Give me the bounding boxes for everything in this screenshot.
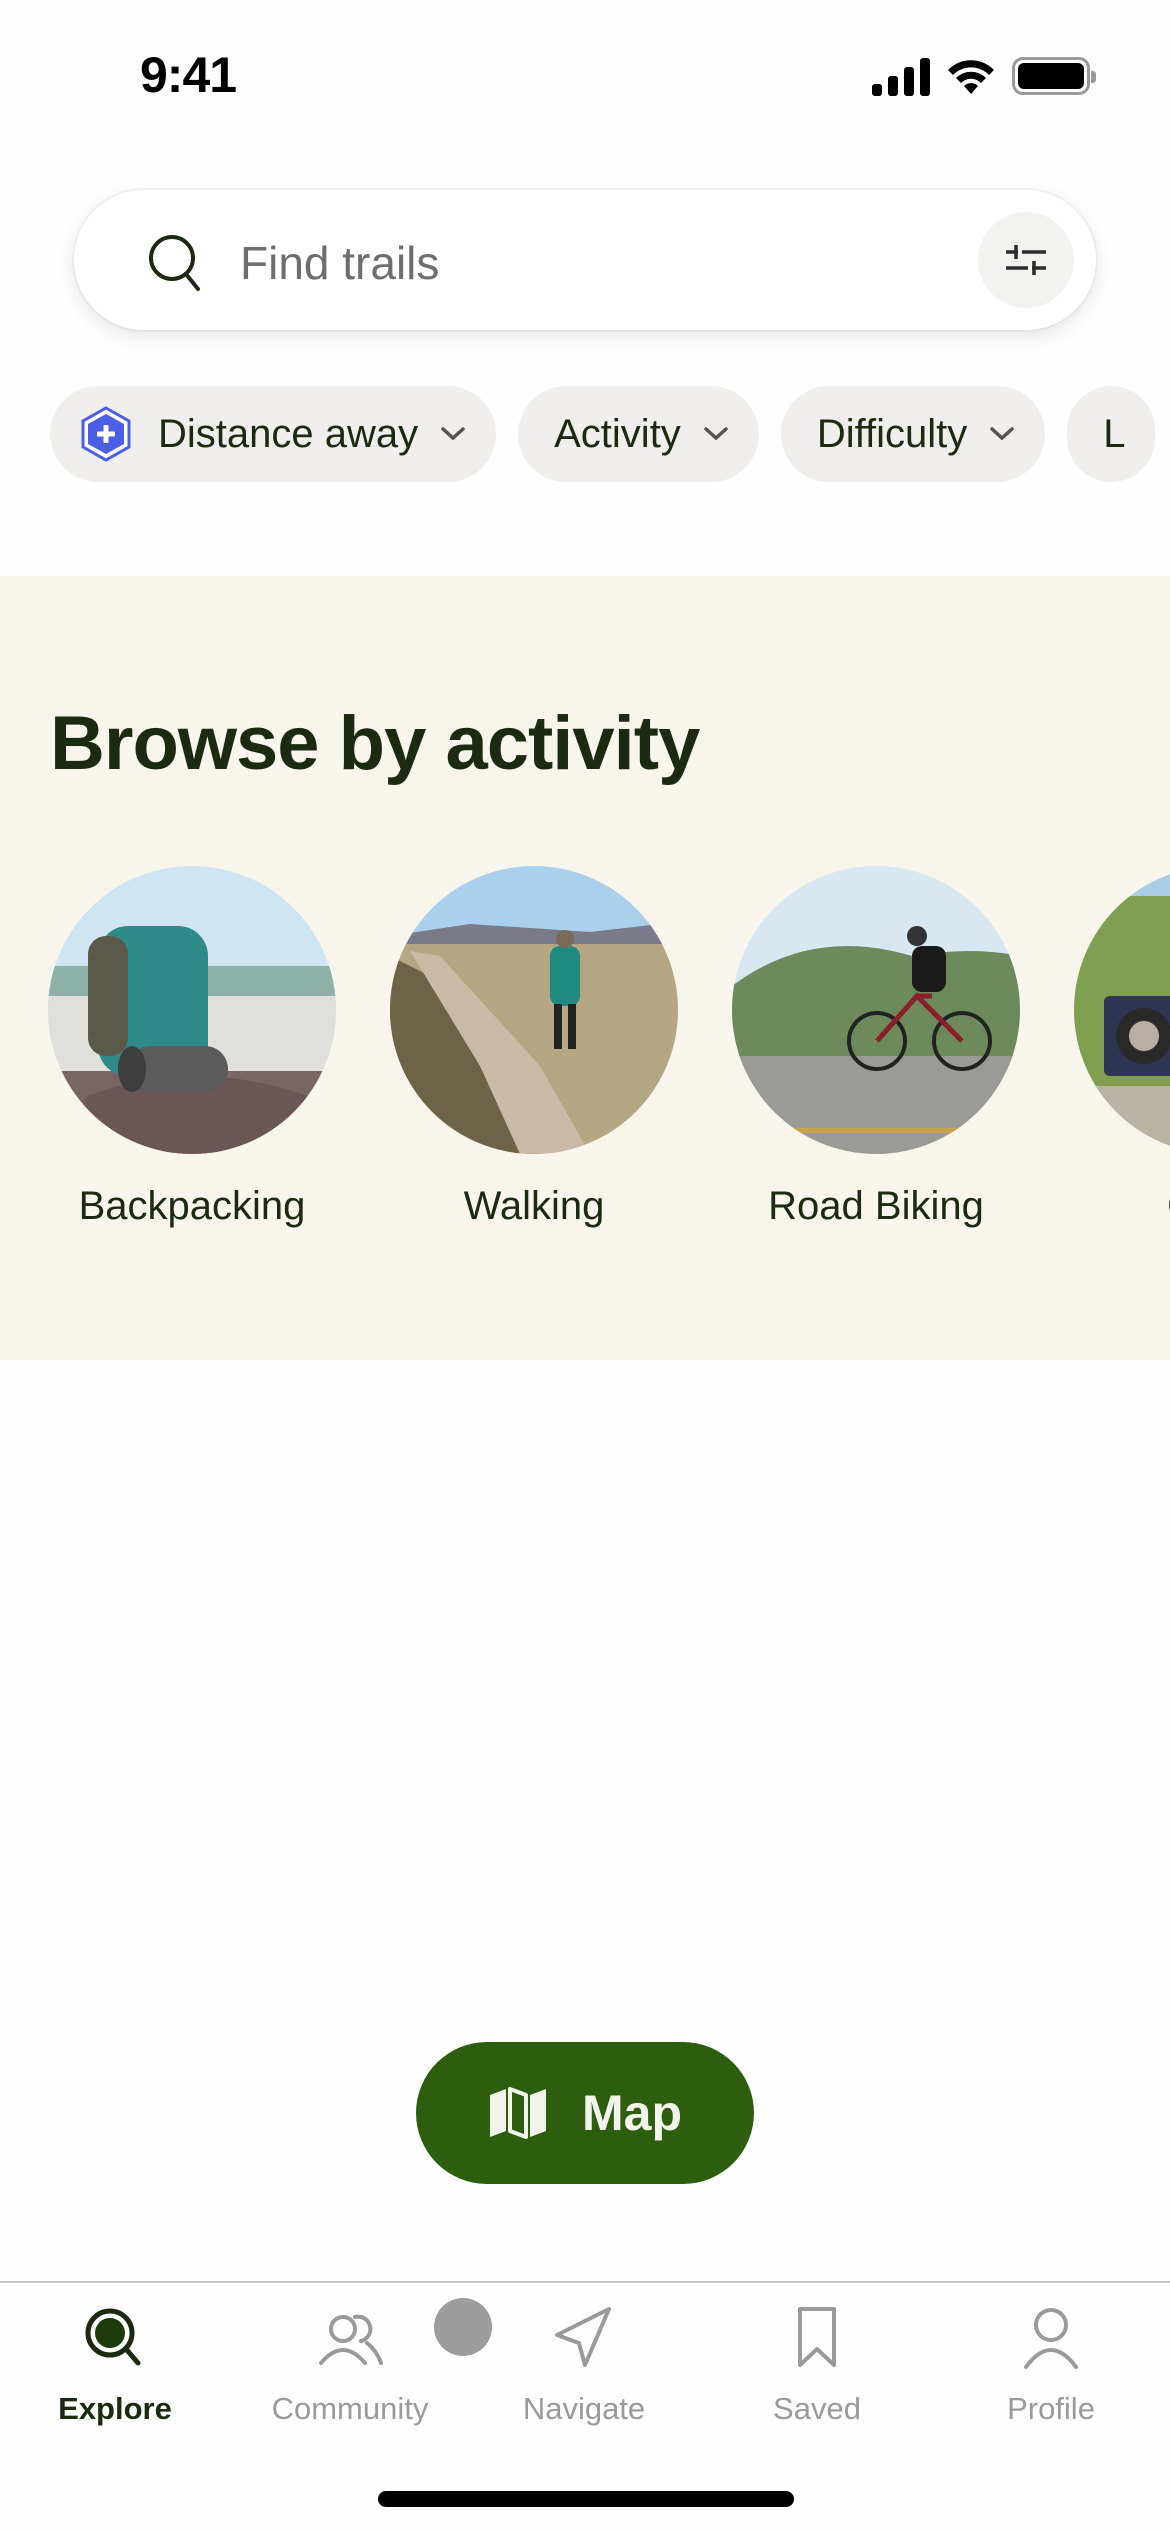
sliders-icon bbox=[1006, 245, 1046, 275]
touch-indicator bbox=[434, 2298, 492, 2356]
chip-activity[interactable]: Activity bbox=[518, 386, 759, 482]
activity-image-walking bbox=[390, 866, 678, 1154]
home-indicator[interactable] bbox=[378, 2491, 794, 2507]
activity-walking[interactable]: Walking bbox=[390, 866, 678, 1229]
tab-profile[interactable]: Profile bbox=[951, 2303, 1151, 2427]
tab-label: Navigate bbox=[522, 2391, 646, 2426]
activity-image-off-road bbox=[1074, 866, 1170, 1154]
activity-carousel[interactable]: Backpacking Walking Road Biking bbox=[48, 866, 1170, 1229]
activity-label: Backpacking bbox=[78, 1184, 306, 1228]
section-title: Browse by activity bbox=[50, 701, 700, 786]
signal-icon bbox=[872, 56, 930, 96]
tab-navigate[interactable]: Navigate bbox=[484, 2303, 684, 2427]
chip-label: Distance away bbox=[158, 411, 419, 456]
activity-label: Road Biking bbox=[768, 1184, 984, 1228]
status-bar: 9:41 bbox=[0, 0, 1170, 150]
status-time: 9:41 bbox=[140, 47, 237, 103]
tab-saved[interactable]: Saved bbox=[717, 2303, 917, 2427]
map-button[interactable]: Map bbox=[416, 2042, 754, 2184]
search-bar[interactable]: Find trails bbox=[74, 190, 1096, 330]
filter-button[interactable] bbox=[978, 212, 1074, 308]
map-icon bbox=[490, 2087, 546, 2139]
navigate-arrow-icon bbox=[555, 2307, 611, 2367]
activity-image-road-biking bbox=[732, 866, 1020, 1154]
tab-label: Community bbox=[271, 2391, 429, 2426]
browse-by-activity-section: Browse by activity Backpacking Walking R… bbox=[0, 576, 1170, 1360]
activity-road-biking[interactable]: Road Biking bbox=[732, 866, 1020, 1229]
search-icon bbox=[149, 235, 200, 291]
chip-label: Activity bbox=[554, 411, 681, 456]
tab-explore[interactable]: Explore bbox=[15, 2303, 215, 2427]
filter-chips: Distance away Activity Difficulty L bbox=[50, 386, 1156, 482]
chip-distance-away[interactable]: Distance away bbox=[50, 386, 497, 482]
chip-label: Difficulty bbox=[816, 411, 968, 456]
chip-difficulty[interactable]: Difficulty bbox=[780, 386, 1046, 482]
activity-label: Walking bbox=[463, 1184, 605, 1228]
search-input[interactable]: Find trails bbox=[240, 236, 439, 290]
activity-off-road[interactable]: Off-ro bbox=[1074, 866, 1170, 1229]
community-icon bbox=[319, 2314, 383, 2365]
plus-hexagon-icon bbox=[81, 406, 131, 462]
wifi-icon bbox=[948, 60, 994, 94]
activity-backpacking[interactable]: Backpacking bbox=[48, 866, 336, 1229]
bookmark-icon bbox=[798, 2307, 836, 2367]
tab-label: Profile bbox=[1007, 2391, 1095, 2426]
chevron-down-icon bbox=[990, 427, 1014, 441]
chip-label: L bbox=[1103, 411, 1126, 456]
tab-label: Saved bbox=[773, 2391, 861, 2426]
chip-length[interactable]: L bbox=[1067, 386, 1156, 482]
chevron-down-icon bbox=[441, 427, 465, 441]
explore-search-icon bbox=[85, 2308, 141, 2366]
profile-icon bbox=[1024, 2308, 1078, 2369]
status-icons bbox=[872, 56, 1096, 96]
tab-label: Explore bbox=[58, 2391, 172, 2426]
battery-icon bbox=[1012, 57, 1096, 95]
map-button-label: Map bbox=[582, 2085, 682, 2141]
chevron-down-icon bbox=[704, 427, 728, 441]
tab-community[interactable]: Community bbox=[250, 2303, 450, 2427]
activity-image-backpacking bbox=[48, 866, 336, 1154]
